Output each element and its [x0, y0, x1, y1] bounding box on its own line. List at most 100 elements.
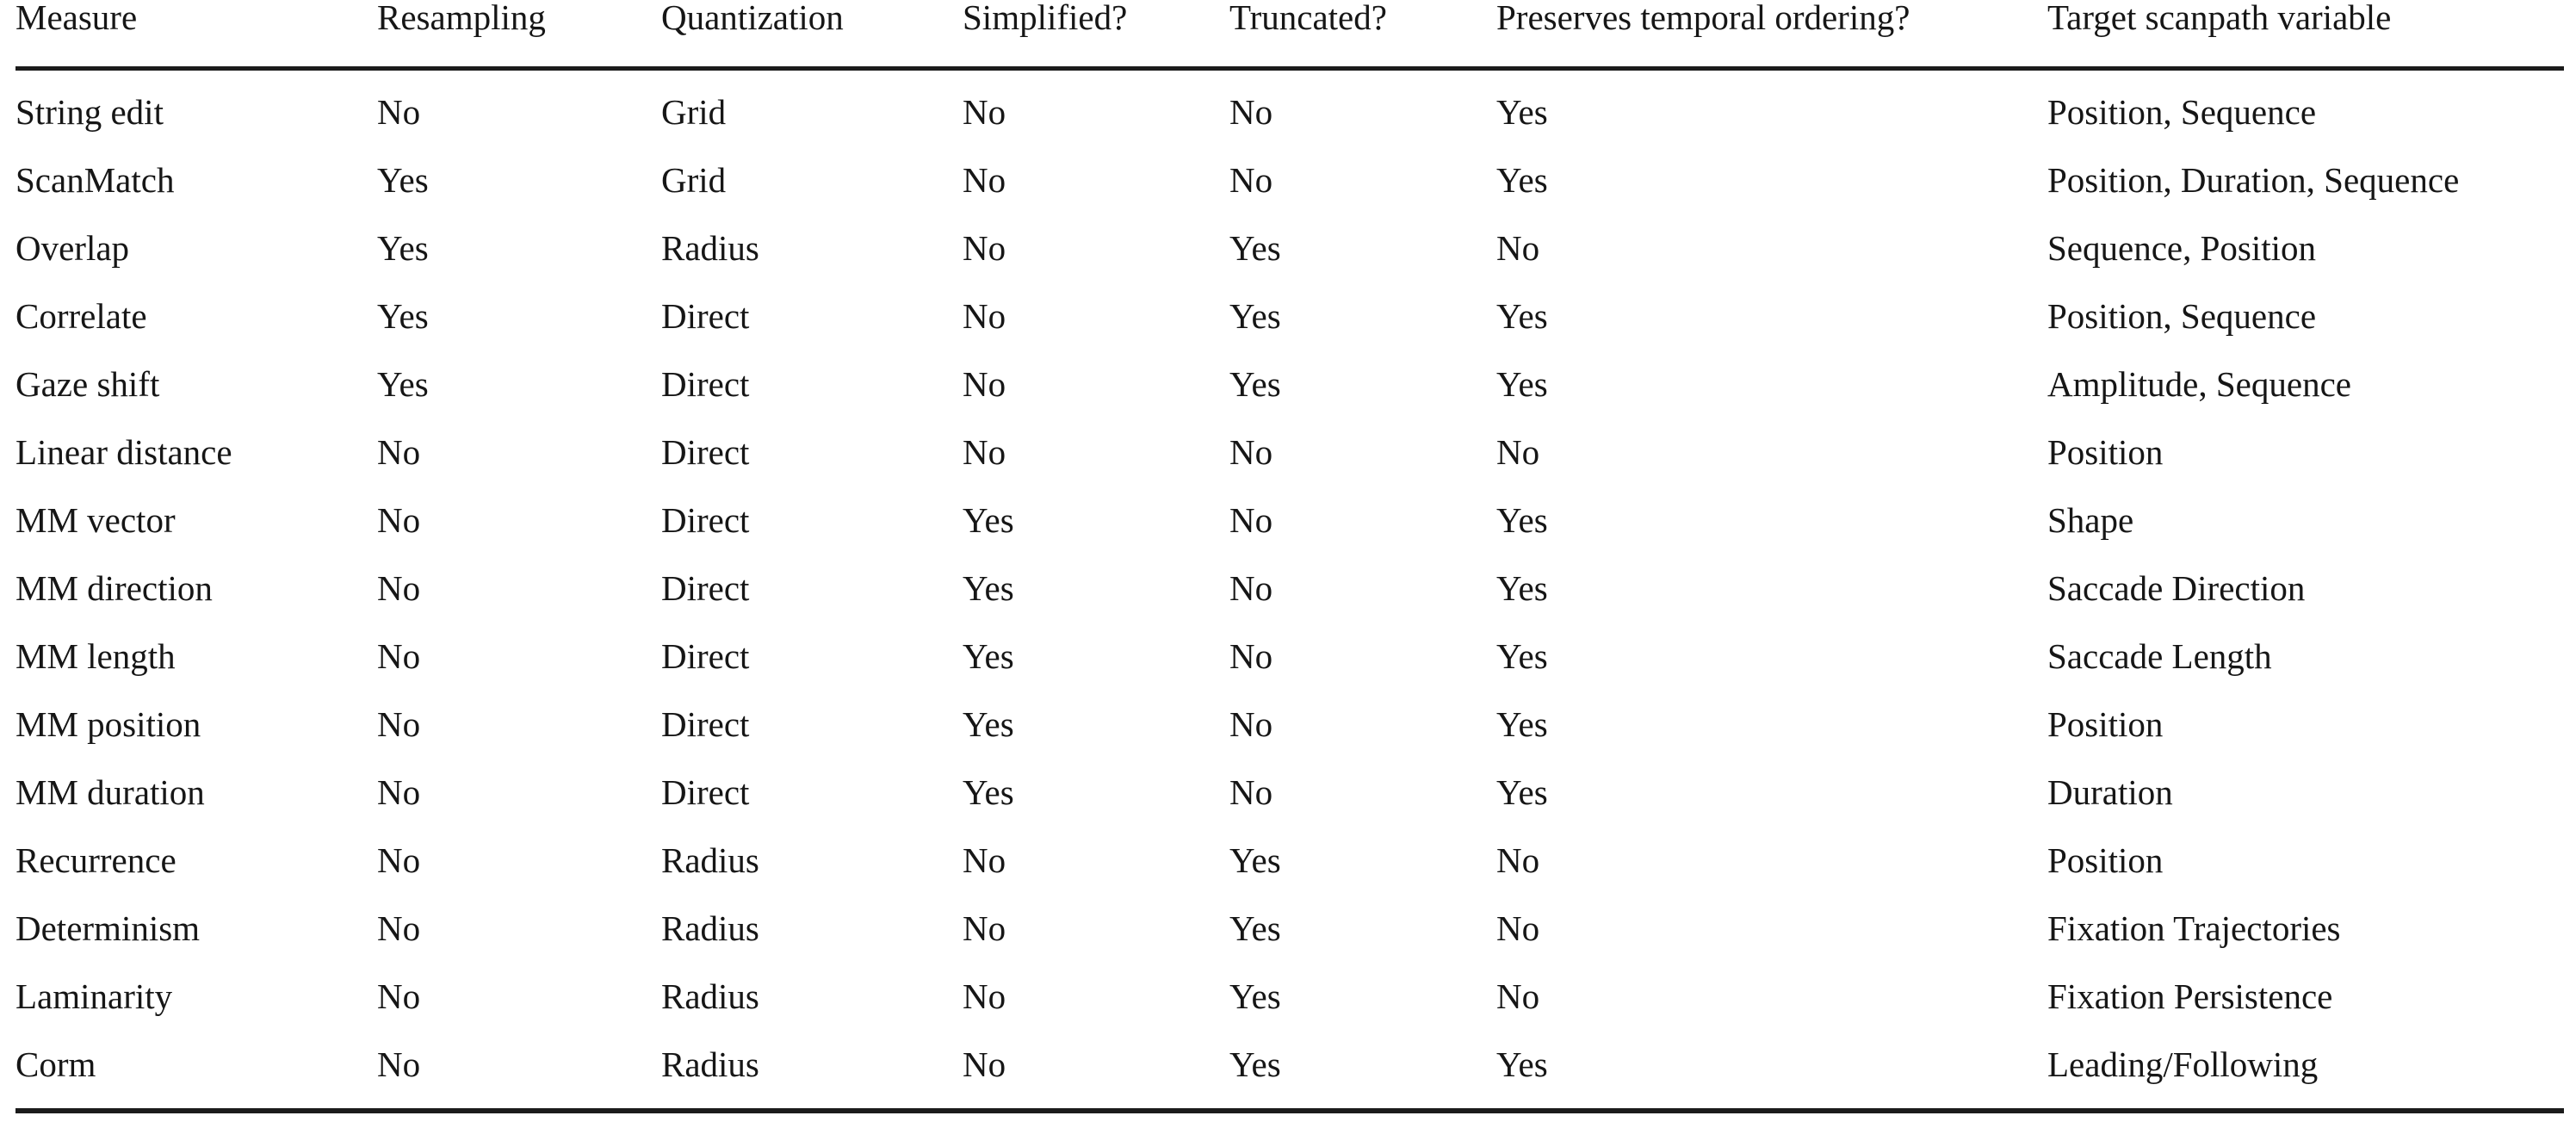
column-header-resampling: Resampling: [377, 0, 546, 37]
cell-measure: Gaze shift: [15, 364, 160, 404]
column-header-measure: Measure: [15, 0, 138, 37]
cell-simplified: Yes: [963, 772, 1014, 812]
cell-simplified: No: [963, 1044, 1006, 1084]
table-row: Determinism No Radius No Yes No Fixation…: [15, 911, 2564, 979]
cell-simplified: Yes: [963, 500, 1014, 540]
cell-preserves-temporal-ordering: Yes: [1496, 704, 1548, 744]
table-header-row: Measure Resampling Quantization Simplifi…: [15, 0, 2564, 69]
cell-preserves-temporal-ordering: Yes: [1496, 160, 1548, 200]
cell-preserves-temporal-ordering: No: [1496, 976, 1540, 1016]
scanpath-comparison-table: Measure Resampling Quantization Simplifi…: [15, 0, 2564, 1113]
cell-simplified: No: [963, 976, 1006, 1016]
cell-simplified: Yes: [963, 704, 1014, 744]
cell-quantization: Direct: [661, 296, 750, 336]
cell-measure: Overlap: [15, 228, 130, 268]
cell-quantization: Radius: [661, 908, 759, 948]
cell-measure: Corm: [15, 1044, 96, 1084]
cell-truncated: Yes: [1229, 840, 1281, 880]
table-row: Correlate Yes Direct No Yes Yes Position…: [15, 299, 2564, 367]
cell-quantization: Direct: [661, 568, 750, 608]
cell-simplified: No: [963, 432, 1006, 472]
cell-resampling: No: [377, 908, 421, 948]
column-header-simplified: Simplified?: [963, 0, 1128, 37]
cell-target-scanpath-variable: Position, Sequence: [2047, 92, 2317, 132]
cell-measure: MM position: [15, 704, 201, 744]
column-header-quantization: Quantization: [661, 0, 844, 37]
cell-simplified: No: [963, 228, 1006, 268]
cell-target-scanpath-variable: Position, Duration, Sequence: [2047, 160, 2460, 200]
cell-truncated: Yes: [1229, 228, 1281, 268]
cell-truncated: Yes: [1229, 908, 1281, 948]
cell-simplified: Yes: [963, 636, 1014, 676]
cell-simplified: No: [963, 92, 1006, 132]
cell-preserves-temporal-ordering: Yes: [1496, 500, 1548, 540]
cell-measure: MM direction: [15, 568, 213, 608]
cell-resampling: No: [377, 92, 421, 132]
column-header-truncated: Truncated?: [1229, 0, 1387, 37]
cell-preserves-temporal-ordering: No: [1496, 228, 1540, 268]
cell-simplified: No: [963, 364, 1006, 404]
cell-preserves-temporal-ordering: Yes: [1496, 92, 1548, 132]
cell-simplified: No: [963, 160, 1006, 200]
cell-preserves-temporal-ordering: Yes: [1496, 296, 1548, 336]
cell-truncated: Yes: [1229, 976, 1281, 1016]
cell-resampling: No: [377, 1044, 421, 1084]
table-row: Laminarity No Radius No Yes No Fixation …: [15, 979, 2564, 1047]
table-row: Gaze shift Yes Direct No Yes Yes Amplitu…: [15, 367, 2564, 435]
cell-quantization: Grid: [661, 92, 727, 132]
cell-target-scanpath-variable: Position: [2047, 840, 2164, 880]
cell-simplified: No: [963, 296, 1006, 336]
cell-quantization: Direct: [661, 432, 750, 472]
cell-truncated: No: [1229, 772, 1273, 812]
cell-truncated: No: [1229, 432, 1273, 472]
cell-preserves-temporal-ordering: No: [1496, 432, 1540, 472]
cell-preserves-temporal-ordering: Yes: [1496, 364, 1548, 404]
table-body: String edit No Grid No No Yes Position, …: [15, 69, 2564, 1111]
cell-resampling: No: [377, 840, 421, 880]
cell-preserves-temporal-ordering: Yes: [1496, 636, 1548, 676]
table-row: MM vector No Direct Yes No Yes Shape: [15, 503, 2564, 571]
cell-target-scanpath-variable: Fixation Trajectories: [2047, 908, 2341, 948]
cell-quantization: Direct: [661, 364, 750, 404]
cell-target-scanpath-variable: Position, Sequence: [2047, 296, 2317, 336]
cell-truncated: No: [1229, 568, 1273, 608]
cell-quantization: Radius: [661, 976, 759, 1016]
cell-resampling: Yes: [377, 364, 429, 404]
cell-quantization: Radius: [661, 228, 759, 268]
table-row: MM direction No Direct Yes No Yes Saccad…: [15, 571, 2564, 639]
cell-resampling: No: [377, 636, 421, 676]
table-row: Corm No Radius No Yes Yes Leading/Follow…: [15, 1047, 2564, 1111]
cell-truncated: Yes: [1229, 364, 1281, 404]
cell-quantization: Grid: [661, 160, 727, 200]
table-row: MM length No Direct Yes No Yes Saccade L…: [15, 639, 2564, 707]
table-row: String edit No Grid No No Yes Position, …: [15, 69, 2564, 164]
cell-target-scanpath-variable: Fixation Persistence: [2047, 976, 2333, 1016]
cell-truncated: Yes: [1229, 296, 1281, 336]
cell-measure: Correlate: [15, 296, 147, 336]
cell-quantization: Direct: [661, 636, 750, 676]
cell-resampling: Yes: [377, 296, 429, 336]
cell-resampling: No: [377, 704, 421, 744]
cell-resampling: No: [377, 568, 421, 608]
cell-truncated: No: [1229, 500, 1273, 540]
cell-measure: String edit: [15, 92, 164, 132]
cell-resampling: Yes: [377, 228, 429, 268]
cell-target-scanpath-variable: Amplitude, Sequence: [2047, 364, 2351, 404]
table-row: Overlap Yes Radius No Yes No Sequence, P…: [15, 231, 2564, 299]
cell-truncated: No: [1229, 92, 1273, 132]
cell-target-scanpath-variable: Sequence, Position: [2047, 228, 2317, 268]
cell-resampling: No: [377, 772, 421, 812]
table-row: Recurrence No Radius No Yes No Position: [15, 843, 2564, 911]
column-header-target-scanpath-variable: Target scanpath variable: [2047, 0, 2392, 37]
cell-measure: MM duration: [15, 772, 205, 812]
table-row: MM duration No Direct Yes No Yes Duratio…: [15, 775, 2564, 843]
cell-resampling: No: [377, 432, 421, 472]
cell-measure: Recurrence: [15, 840, 176, 880]
cell-resampling: Yes: [377, 160, 429, 200]
cell-measure: ScanMatch: [15, 160, 175, 200]
cell-preserves-temporal-ordering: Yes: [1496, 772, 1548, 812]
cell-quantization: Radius: [661, 840, 759, 880]
cell-target-scanpath-variable: Duration: [2047, 772, 2173, 812]
cell-truncated: No: [1229, 160, 1273, 200]
table-row: MM position No Direct Yes No Yes Positio…: [15, 707, 2564, 775]
